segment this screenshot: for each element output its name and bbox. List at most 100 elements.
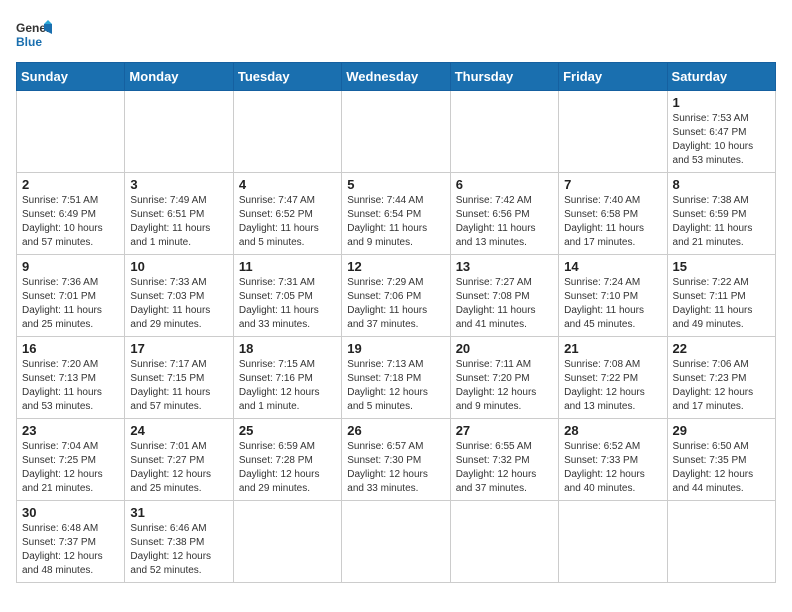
calendar-cell: 5Sunrise: 7:44 AM Sunset: 6:54 PM Daylig… <box>342 173 450 255</box>
day-number: 6 <box>456 177 553 192</box>
calendar-cell: 26 Sunrise: 6:57 AM Sunset: 7:30 PM Dayli… <box>342 419 450 501</box>
day-info: Sunrise: 7:13 AM Sunset: 7:18 PM Dayligh… <box>347 358 444 414</box>
calendar-table: Sunday Monday Tuesday Wednesday Thursday… <box>16 62 776 583</box>
calendar-cell: 8 Sunrise: 7:38 AM Sunset: 6:59 PM Daylig… <box>667 173 775 255</box>
day-info: Sunrise: 7:06 AM Sunset: 7:23 PM Dayligh… <box>673 358 770 414</box>
col-sunday: Sunday <box>17 63 125 91</box>
calendar-week-row: 2Sunrise: 7:51 AM Sunset: 6:49 PM Daylig… <box>17 173 776 255</box>
day-number: 17 <box>130 341 227 356</box>
calendar-cell: 13 Sunrise: 7:27 AM Sunset: 7:08 PM Dayli… <box>450 255 558 337</box>
calendar-week-row: 1 Sunrise: 7:53 AM Sunset: 6:47 PM Daylig… <box>17 91 776 173</box>
day-info: Sunrise: 7:47 AM Sunset: 6:52 PM Dayligh… <box>239 194 336 250</box>
calendar-cell <box>233 501 341 583</box>
day-number: 25 <box>239 423 336 438</box>
day-info: Sunrise: 7:42 AM Sunset: 6:56 PM Dayligh… <box>456 194 553 250</box>
calendar-cell: 24 Sunrise: 7:01 AM Sunset: 7:27 PM Dayli… <box>125 419 233 501</box>
calendar-cell <box>125 91 233 173</box>
day-number: 28 <box>564 423 661 438</box>
calendar-cell: 31 Sunrise: 6:46 AM Sunset: 7:38 PM Dayli… <box>125 501 233 583</box>
calendar-cell: 29Sunrise: 6:50 AM Sunset: 7:35 PM Dayli… <box>667 419 775 501</box>
logo: General Blue <box>16 16 52 52</box>
day-info: Sunrise: 6:59 AM Sunset: 7:28 PM Dayligh… <box>239 440 336 496</box>
calendar-cell <box>559 91 667 173</box>
day-info: Sunrise: 7:24 AM Sunset: 7:10 PM Dayligh… <box>564 276 661 332</box>
svg-text:Blue: Blue <box>16 35 42 49</box>
day-info: Sunrise: 7:01 AM Sunset: 7:27 PM Dayligh… <box>130 440 227 496</box>
calendar-cell <box>342 501 450 583</box>
calendar-cell: 23 Sunrise: 7:04 AM Sunset: 7:25 PM Dayli… <box>17 419 125 501</box>
day-info: Sunrise: 6:55 AM Sunset: 7:32 PM Dayligh… <box>456 440 553 496</box>
day-number: 29 <box>673 423 770 438</box>
calendar-body: 1 Sunrise: 7:53 AM Sunset: 6:47 PM Daylig… <box>17 91 776 583</box>
day-info: Sunrise: 6:48 AM Sunset: 7:37 PM Dayligh… <box>22 522 119 578</box>
calendar-cell: 22 Sunrise: 7:06 AM Sunset: 7:23 PM Dayli… <box>667 337 775 419</box>
day-info: Sunrise: 7:49 AM Sunset: 6:51 PM Dayligh… <box>130 194 227 250</box>
calendar-week-row: 23 Sunrise: 7:04 AM Sunset: 7:25 PM Dayli… <box>17 419 776 501</box>
col-saturday: Saturday <box>667 63 775 91</box>
day-number: 3 <box>130 177 227 192</box>
calendar-cell: 11 Sunrise: 7:31 AM Sunset: 7:05 PM Dayli… <box>233 255 341 337</box>
col-friday: Friday <box>559 63 667 91</box>
day-number: 9 <box>22 259 119 274</box>
calendar-cell <box>233 91 341 173</box>
calendar-cell: 2Sunrise: 7:51 AM Sunset: 6:49 PM Daylig… <box>17 173 125 255</box>
day-info: Sunrise: 7:33 AM Sunset: 7:03 PM Dayligh… <box>130 276 227 332</box>
col-monday: Monday <box>125 63 233 91</box>
day-info: Sunrise: 6:57 AM Sunset: 7:30 PM Dayligh… <box>347 440 444 496</box>
day-number: 10 <box>130 259 227 274</box>
day-number: 12 <box>347 259 444 274</box>
logo-icon: General Blue <box>16 16 52 52</box>
day-number: 22 <box>673 341 770 356</box>
day-info: Sunrise: 7:11 AM Sunset: 7:20 PM Dayligh… <box>456 358 553 414</box>
day-info: Sunrise: 7:27 AM Sunset: 7:08 PM Dayligh… <box>456 276 553 332</box>
day-number: 16 <box>22 341 119 356</box>
calendar-cell: 27 Sunrise: 6:55 AM Sunset: 7:32 PM Dayli… <box>450 419 558 501</box>
day-info: Sunrise: 7:36 AM Sunset: 7:01 PM Dayligh… <box>22 276 119 332</box>
calendar-week-row: 16 Sunrise: 7:20 AM Sunset: 7:13 PM Dayli… <box>17 337 776 419</box>
day-number: 20 <box>456 341 553 356</box>
day-info: Sunrise: 7:53 AM Sunset: 6:47 PM Dayligh… <box>673 112 770 168</box>
calendar-cell: 10 Sunrise: 7:33 AM Sunset: 7:03 PM Dayli… <box>125 255 233 337</box>
day-info: Sunrise: 7:17 AM Sunset: 7:15 PM Dayligh… <box>130 358 227 414</box>
day-number: 13 <box>456 259 553 274</box>
calendar-week-row: 9 Sunrise: 7:36 AM Sunset: 7:01 PM Daylig… <box>17 255 776 337</box>
day-number: 18 <box>239 341 336 356</box>
day-info: Sunrise: 7:04 AM Sunset: 7:25 PM Dayligh… <box>22 440 119 496</box>
day-info: Sunrise: 7:20 AM Sunset: 7:13 PM Dayligh… <box>22 358 119 414</box>
day-number: 24 <box>130 423 227 438</box>
day-info: Sunrise: 7:31 AM Sunset: 7:05 PM Dayligh… <box>239 276 336 332</box>
calendar-cell: 28 Sunrise: 6:52 AM Sunset: 7:33 PM Dayli… <box>559 419 667 501</box>
header-row: Sunday Monday Tuesday Wednesday Thursday… <box>17 63 776 91</box>
col-tuesday: Tuesday <box>233 63 341 91</box>
calendar-cell <box>342 91 450 173</box>
page-header: General Blue <box>16 16 776 52</box>
calendar-cell: 9 Sunrise: 7:36 AM Sunset: 7:01 PM Daylig… <box>17 255 125 337</box>
day-number: 31 <box>130 505 227 520</box>
calendar-cell: 4Sunrise: 7:47 AM Sunset: 6:52 PM Daylig… <box>233 173 341 255</box>
day-info: Sunrise: 7:15 AM Sunset: 7:16 PM Dayligh… <box>239 358 336 414</box>
day-info: Sunrise: 7:29 AM Sunset: 7:06 PM Dayligh… <box>347 276 444 332</box>
day-info: Sunrise: 6:46 AM Sunset: 7:38 PM Dayligh… <box>130 522 227 578</box>
calendar-cell: 25 Sunrise: 6:59 AM Sunset: 7:28 PM Dayli… <box>233 419 341 501</box>
col-wednesday: Wednesday <box>342 63 450 91</box>
day-info: Sunrise: 7:22 AM Sunset: 7:11 PM Dayligh… <box>673 276 770 332</box>
day-number: 11 <box>239 259 336 274</box>
calendar-cell: 20 Sunrise: 7:11 AM Sunset: 7:20 PM Dayli… <box>450 337 558 419</box>
day-number: 30 <box>22 505 119 520</box>
day-number: 27 <box>456 423 553 438</box>
calendar-cell: 17 Sunrise: 7:17 AM Sunset: 7:15 PM Dayli… <box>125 337 233 419</box>
calendar-cell: 14Sunrise: 7:24 AM Sunset: 7:10 PM Dayli… <box>559 255 667 337</box>
calendar-cell: 21Sunrise: 7:08 AM Sunset: 7:22 PM Dayli… <box>559 337 667 419</box>
day-number: 26 <box>347 423 444 438</box>
day-info: Sunrise: 7:44 AM Sunset: 6:54 PM Dayligh… <box>347 194 444 250</box>
calendar-cell: 30 Sunrise: 6:48 AM Sunset: 7:37 PM Dayli… <box>17 501 125 583</box>
calendar-cell: 15Sunrise: 7:22 AM Sunset: 7:11 PM Dayli… <box>667 255 775 337</box>
day-info: Sunrise: 6:52 AM Sunset: 7:33 PM Dayligh… <box>564 440 661 496</box>
calendar-cell: 3 Sunrise: 7:49 AM Sunset: 6:51 PM Daylig… <box>125 173 233 255</box>
calendar-cell <box>450 501 558 583</box>
day-number: 23 <box>22 423 119 438</box>
day-info: Sunrise: 7:38 AM Sunset: 6:59 PM Dayligh… <box>673 194 770 250</box>
day-number: 1 <box>673 95 770 110</box>
calendar-cell <box>17 91 125 173</box>
day-number: 8 <box>673 177 770 192</box>
